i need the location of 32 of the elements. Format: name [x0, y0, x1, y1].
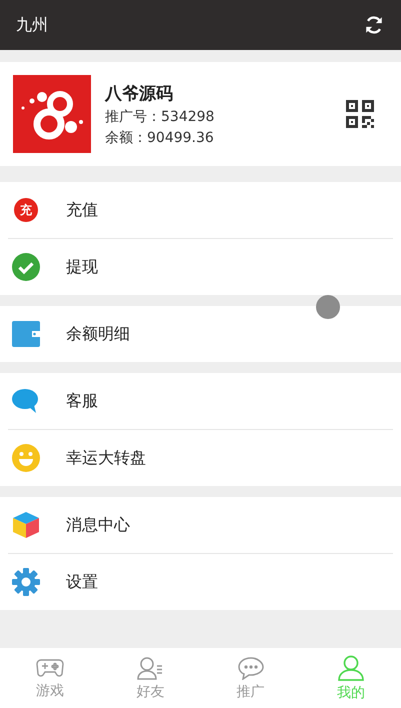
menu-label: 设置	[66, 572, 98, 592]
checkmark-icon	[12, 253, 40, 281]
qr-code-icon[interactable]	[346, 100, 374, 128]
menu-item[interactable]: 充 充值	[8, 182, 393, 238]
menu-item[interactable]: 余额明细	[8, 306, 393, 362]
menu-label: 消息中心	[66, 514, 130, 536]
gamepad-icon	[36, 656, 64, 678]
cube-icon	[12, 511, 40, 539]
menu-label: 余额明细	[66, 324, 130, 344]
menu-label: 提现	[66, 256, 98, 278]
user-name: 八爷源码	[105, 82, 174, 104]
balance-text: 余额：90499.36	[105, 128, 215, 146]
menu-label: 幸运大转盘	[66, 448, 146, 468]
app-title: 九州	[16, 14, 48, 36]
refresh-icon[interactable]	[363, 14, 385, 36]
settings-icon	[12, 568, 40, 596]
smiley-icon	[12, 444, 40, 472]
menu-item[interactable]: 设置	[8, 553, 393, 610]
menu-label: 客服	[66, 390, 98, 412]
referral-id: 推广号：534298	[105, 108, 216, 126]
person-icon	[336, 654, 365, 680]
touch-indicator	[316, 295, 340, 319]
menu-item[interactable]: 幸运大转盘	[8, 429, 393, 486]
menu-item[interactable]: 消息中心	[8, 497, 393, 553]
menu-item[interactable]: 客服	[8, 373, 393, 429]
chat-bubble-icon	[236, 656, 265, 680]
chat-bubble-icon	[12, 387, 40, 415]
contacts-icon	[136, 656, 164, 680]
wallet-icon	[12, 320, 40, 348]
menu-label: 充值	[66, 200, 98, 220]
recharge-icon: 充	[14, 198, 38, 222]
menu-item[interactable]: 提现	[8, 238, 393, 295]
